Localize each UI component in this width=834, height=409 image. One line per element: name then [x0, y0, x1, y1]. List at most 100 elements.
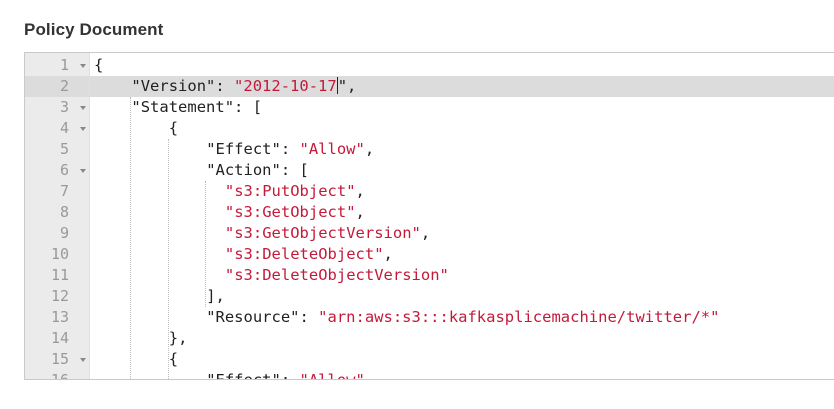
punctuation-token: "Action": [ [206, 161, 309, 179]
code-line[interactable]: 13 "Resource": "arn:aws:s3:::kafkasplicem… [25, 307, 834, 328]
string-token: "s3:DeleteObject" [224, 245, 384, 263]
punctuation-token: "Version": [131, 77, 235, 95]
code-cell: { [90, 349, 834, 370]
code-cell: "Effect": "Allow" [90, 370, 834, 380]
indent-guide [130, 97, 132, 379]
code-line[interactable]: 12], [25, 286, 834, 307]
code-line[interactable]: 14}, [25, 328, 834, 349]
code-cell: "Action": [ [90, 160, 834, 181]
code-text: "s3:PutObject", [225, 181, 365, 202]
code-text: { [169, 118, 178, 139]
chevron-down-icon[interactable] [80, 169, 86, 173]
gutter-cell: 14 [25, 328, 89, 349]
code-text: "s3:DeleteObject", [225, 244, 393, 265]
code-text: "Effect": "Allow" [206, 370, 365, 380]
line-number: 9 [59, 224, 69, 242]
indent-guide [167, 139, 169, 379]
code-line[interactable]: 10 "s3:DeleteObject", [25, 244, 834, 265]
code-line[interactable]: 15 { [25, 349, 834, 370]
gutter-cell: 2 [25, 76, 89, 97]
punctuation-token: , [355, 203, 365, 221]
code-cell: "Resource": "arn:aws:s3:::kafkasplicemac… [90, 307, 834, 328]
string-token: "Allow" [299, 371, 365, 380]
line-number: 3 [59, 98, 69, 116]
chevron-down-icon[interactable] [80, 64, 86, 68]
line-number: 5 [59, 140, 69, 158]
code-line[interactable]: 1{ [25, 55, 834, 76]
line-number: 2 [59, 77, 69, 95]
string-token: "s3:PutObject" [224, 182, 356, 200]
code-cell: "s3:DeleteObject", [90, 244, 834, 265]
code-text: "Statement": [ [131, 97, 262, 118]
code-text: "s3:GetObjectVersion", [225, 223, 430, 244]
code-line[interactable]: 9 "s3:GetObjectVersion", [25, 223, 834, 244]
code-cell: }, [90, 328, 834, 349]
punctuation-token: ], [206, 287, 225, 305]
punctuation-token: ", [337, 77, 357, 95]
punctuation-token: , [364, 140, 375, 158]
code-line[interactable]: 5 "Effect": "Allow", [25, 139, 834, 160]
string-token: "s3:DeleteObjectVersion" [224, 266, 449, 284]
gutter-cell: 13 [25, 307, 89, 328]
gutter-cell: 10 [25, 244, 89, 265]
code-text: "Action": [ [206, 160, 309, 181]
code-cell: { [90, 55, 834, 76]
string-token: "arn:aws:s3:::kafkasplicemachine/twitter… [318, 308, 720, 326]
line-number: 12 [50, 287, 69, 305]
gutter-cell: 1 [25, 55, 89, 76]
code-text: { [94, 55, 103, 76]
code-text: }, [169, 328, 188, 349]
gutter-cell: 4 [25, 118, 89, 139]
line-number: 13 [50, 308, 69, 326]
code-line[interactable]: 8 "s3:GetObject", [25, 202, 834, 223]
code-text: "Version": "2012-10-17", [131, 76, 356, 97]
punctuation-token: { [168, 119, 179, 137]
code-cell: "s3:GetObjectVersion", [90, 223, 834, 244]
policy-code-editor[interactable]: 1{2 "Version": "2012-10-17", 3 "Statement":… [24, 52, 834, 380]
line-number: 1 [59, 56, 69, 74]
code-cell: "s3:GetObject", [90, 202, 834, 223]
punctuation-token: "Effect": [206, 371, 300, 380]
code-text: "Effect": "Allow", [206, 139, 374, 160]
line-number: 8 [59, 203, 69, 221]
punctuation-token: , [420, 224, 431, 242]
code-line[interactable]: 3 "Statement": [ [25, 97, 834, 118]
punctuation-token: , [355, 182, 365, 200]
line-number: 14 [50, 329, 69, 347]
punctuation-token: , [383, 245, 393, 263]
string-token: "Allow" [299, 140, 365, 158]
gutter-cell: 6 [25, 160, 89, 181]
chevron-down-icon[interactable] [80, 106, 86, 110]
code-line[interactable]: 6 "Action": [ [25, 160, 834, 181]
string-token: "s3:GetObjectVersion" [224, 224, 421, 242]
code-line[interactable]: 4{ [25, 118, 834, 139]
code-line[interactable]: 2 "Version": "2012-10-17", [25, 76, 834, 97]
chevron-down-icon[interactable] [80, 358, 86, 362]
line-number: 7 [59, 182, 69, 200]
code-cell: "s3:DeleteObjectVersion" [90, 265, 834, 286]
code-cell: "Effect": "Allow", [90, 139, 834, 160]
string-token: "2012-10-17 [234, 77, 337, 95]
gutter-cell: 15 [25, 349, 89, 370]
code-line[interactable]: 16 "Effect": "Allow" [25, 370, 834, 380]
gutter-cell: 8 [25, 202, 89, 223]
punctuation-token: { [168, 350, 179, 368]
punctuation-token: "Statement": [ [131, 98, 263, 116]
code-cell: ], [90, 286, 834, 307]
chevron-down-icon[interactable] [80, 127, 86, 131]
code-text: "s3:DeleteObjectVersion" [225, 265, 449, 286]
code-text: "Resource": "arn:aws:s3:::kafkasplicemac… [206, 307, 719, 328]
line-number: 15 [50, 350, 69, 368]
line-number: 11 [50, 266, 69, 284]
code-line[interactable]: 11 "s3:DeleteObjectVersion" [25, 265, 834, 286]
code-line[interactable]: 7 "s3:PutObject", [25, 181, 834, 202]
punctuation-token: "Effect": [206, 140, 300, 158]
code-cell: { [90, 118, 834, 139]
gutter-cell: 3 [25, 97, 89, 118]
punctuation-token: "Resource": [206, 308, 319, 326]
gutter-cell: 5 [25, 139, 89, 160]
line-number: 6 [59, 161, 69, 179]
code-cell: "Version": "2012-10-17", [90, 76, 834, 97]
code-text: "s3:GetObject", [225, 202, 365, 223]
line-number: 4 [59, 119, 69, 137]
